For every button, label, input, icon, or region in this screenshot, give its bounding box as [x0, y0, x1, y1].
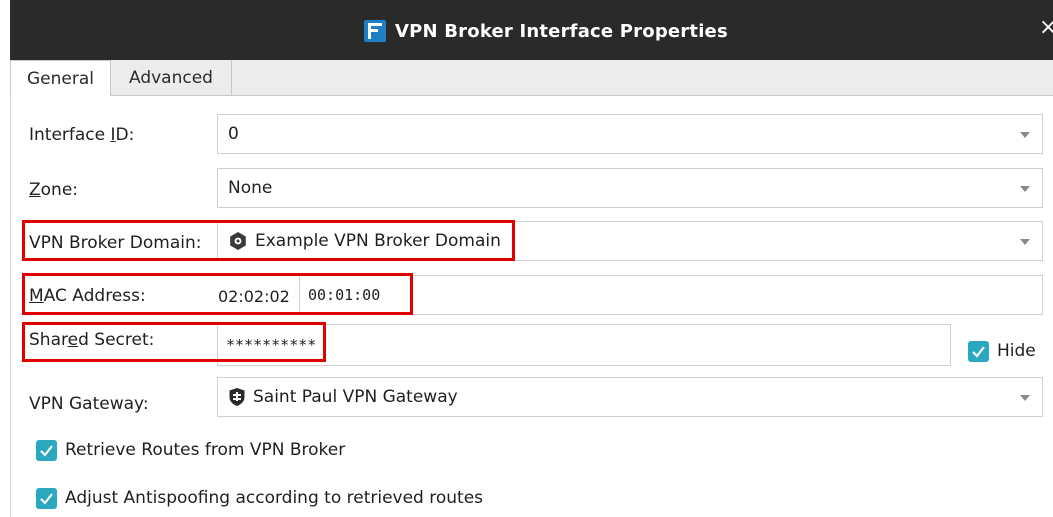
interface-id-label: Interface ID:	[29, 125, 135, 145]
interface-id-value: 0	[228, 124, 239, 144]
zone-value: None	[228, 178, 273, 198]
dialog-border	[10, 60, 11, 517]
adjust-antispoofing-checkbox[interactable]	[36, 488, 57, 509]
retrieve-routes-label: Retrieve Routes from VPN Broker	[65, 440, 346, 460]
vpn-gateway-value-group: Saint Paul VPN Gateway	[228, 387, 458, 407]
tab-general-label: General	[27, 68, 94, 89]
adjust-antispoofing-label: Adjust Antispoofing according to retriev…	[65, 488, 484, 508]
highlight-box-vpn-broker-domain	[22, 220, 515, 261]
chevron-down-icon	[1020, 395, 1030, 401]
window-title: VPN Broker Interface Properties	[395, 20, 728, 42]
tab-general[interactable]: General	[10, 60, 111, 96]
chevron-down-icon	[1020, 132, 1030, 138]
vpn-gateway-value: Saint Paul VPN Gateway	[253, 387, 458, 407]
chevron-down-icon	[1020, 239, 1030, 245]
shield-gateway-icon	[229, 388, 245, 406]
vpn-gateway-label: VPN Gateway:	[29, 394, 149, 414]
close-icon[interactable]: ×	[1039, 15, 1053, 40]
hide-checkbox[interactable]	[968, 341, 989, 362]
vpn-gateway-select[interactable]: Saint Paul VPN Gateway	[217, 377, 1043, 417]
retrieve-routes-checkbox[interactable]	[36, 440, 57, 461]
zone-label: Zone:	[29, 180, 79, 200]
tab-bar: General Advanced	[10, 60, 1053, 96]
shared-secret-input[interactable]: **********	[217, 324, 951, 366]
checkmark-icon	[40, 493, 53, 505]
hide-label: Hide	[997, 341, 1036, 361]
highlight-box-mac-address	[22, 273, 413, 315]
tab-advanced[interactable]: Advanced	[111, 60, 232, 95]
title-group: VPN Broker Interface Properties	[364, 18, 728, 44]
tab-advanced-label: Advanced	[129, 67, 213, 88]
title-bar: VPN Broker Interface Properties ×	[10, 0, 1053, 60]
interface-id-select[interactable]: 0	[217, 114, 1043, 154]
highlight-box-shared-secret	[22, 322, 326, 362]
app-logo-icon	[364, 20, 386, 42]
zone-select[interactable]: None	[217, 168, 1043, 208]
checkmark-icon	[40, 445, 53, 457]
chevron-down-icon	[1020, 186, 1030, 192]
checkmark-icon	[972, 346, 985, 358]
